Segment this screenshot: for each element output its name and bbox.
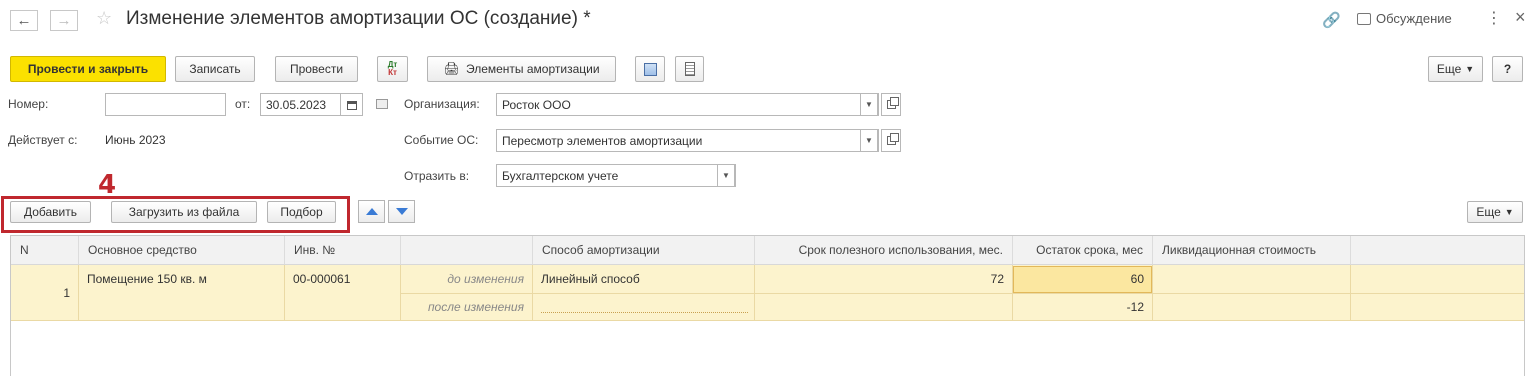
liquidation-after[interactable] bbox=[1153, 293, 1351, 320]
table-row-asset[interactable]: Помещение 150 кв. м bbox=[79, 265, 285, 320]
kt-label: Кт bbox=[388, 68, 397, 77]
date-field[interactable]: 30.05.2023 bbox=[260, 93, 363, 116]
table-more-button[interactable]: Еще ▼ bbox=[1467, 201, 1523, 223]
column-header-term[interactable]: Срок полезного использования, мес. bbox=[755, 236, 1013, 265]
reflect-field[interactable]: Бухгалтерском учете bbox=[496, 164, 736, 187]
state-after-label: после изменения bbox=[401, 293, 533, 320]
assets-table[interactable]: N Основное средство Инв. № Способ аморти… bbox=[10, 235, 1525, 376]
number-field[interactable] bbox=[105, 93, 226, 116]
open-icon bbox=[886, 97, 899, 109]
organization-open-button[interactable] bbox=[881, 93, 901, 116]
print-elements-label: Элементы амортизации bbox=[465, 62, 600, 76]
chevron-down-icon: ▼ bbox=[865, 136, 873, 145]
structure-icon bbox=[643, 62, 657, 76]
column-header-inv[interactable]: Инв. № bbox=[285, 236, 401, 265]
report-button[interactable] bbox=[675, 56, 704, 82]
column-header-empty bbox=[1351, 236, 1524, 265]
pick-button[interactable]: Подбор bbox=[267, 201, 336, 223]
event-dropdown-button[interactable]: ▼ bbox=[860, 129, 878, 152]
reflect-dropdown-button[interactable]: ▼ bbox=[717, 164, 735, 187]
event-open-button[interactable] bbox=[881, 129, 901, 152]
arrow-up-icon bbox=[365, 208, 378, 215]
load-from-file-button[interactable]: Загрузить из файла bbox=[111, 201, 257, 223]
column-header-remaining[interactable]: Остаток срока, мес bbox=[1013, 236, 1153, 265]
link-icon[interactable]: 🔗 bbox=[1322, 11, 1341, 29]
favorite-star-icon[interactable]: ☆ bbox=[96, 8, 112, 29]
date-value: 30.05.2023 bbox=[266, 98, 327, 112]
event-label: Событие ОС: bbox=[404, 133, 479, 147]
discussion-label: Обсуждение bbox=[1376, 11, 1452, 26]
column-header-n[interactable]: N bbox=[11, 236, 79, 265]
event-field[interactable]: Пересмотр элементов амортизации bbox=[496, 129, 879, 152]
add-button[interactable]: Добавить bbox=[10, 201, 91, 223]
chat-icon bbox=[1357, 12, 1371, 25]
caret-down-icon: ▼ bbox=[1504, 207, 1514, 217]
table-row-inv[interactable]: 00-000061 bbox=[285, 265, 401, 320]
remaining-after[interactable]: -12 bbox=[1013, 293, 1153, 320]
state-before-label: до изменения bbox=[401, 265, 533, 293]
open-icon bbox=[886, 133, 899, 145]
print-elements-button[interactable]: 🖨 Элементы амортизации bbox=[427, 56, 616, 82]
column-header-asset[interactable]: Основное средство bbox=[79, 236, 285, 265]
caret-down-icon: ▼ bbox=[1465, 64, 1475, 74]
back-button[interactable]: ← bbox=[10, 10, 38, 31]
organization-dropdown-button[interactable]: ▼ bbox=[860, 93, 878, 116]
structure-button[interactable] bbox=[635, 56, 665, 82]
table-more-label: Еще bbox=[1476, 205, 1501, 219]
dt-kt-icon: Дт Кт bbox=[388, 61, 398, 77]
organization-label: Организация: bbox=[404, 97, 480, 111]
organization-field[interactable]: Росток ООО bbox=[496, 93, 879, 116]
move-down-button[interactable] bbox=[388, 200, 415, 223]
liquidation-before[interactable] bbox=[1153, 265, 1351, 293]
printer-icon: 🖨 bbox=[443, 61, 460, 76]
move-up-button[interactable] bbox=[358, 200, 385, 223]
post-button[interactable]: Провести bbox=[275, 56, 358, 82]
row-separator bbox=[11, 320, 1524, 321]
chevron-down-icon: ▼ bbox=[865, 100, 873, 109]
calendar-button[interactable] bbox=[340, 94, 362, 115]
term-after[interactable] bbox=[755, 293, 1013, 320]
window-title: Изменение элементов амортизации ОС (созд… bbox=[126, 8, 591, 29]
close-icon[interactable]: × bbox=[1515, 7, 1526, 28]
comment-icon[interactable] bbox=[376, 99, 388, 109]
date-label: от: bbox=[235, 97, 251, 111]
document-icon bbox=[684, 62, 695, 76]
effective-label: Действует с: bbox=[8, 133, 78, 147]
number-label: Номер: bbox=[8, 97, 49, 111]
discussion-button[interactable]: Обсуждение bbox=[1357, 11, 1452, 26]
forward-button[interactable]: → bbox=[50, 10, 78, 31]
column-header-state[interactable] bbox=[401, 236, 533, 265]
arrow-down-icon bbox=[395, 208, 408, 215]
method-after[interactable] bbox=[533, 293, 755, 320]
method-before[interactable]: Линейный способ bbox=[533, 265, 755, 293]
term-before[interactable]: 72 bbox=[755, 265, 1013, 293]
calendar-icon bbox=[346, 101, 357, 110]
arrow-left-icon: ← bbox=[16, 12, 32, 29]
column-header-method[interactable]: Способ амортизации bbox=[533, 236, 755, 265]
effective-value: Июнь 2023 bbox=[105, 133, 166, 147]
dt-kt-button[interactable]: Дт Кт bbox=[377, 56, 408, 82]
table-row-number[interactable]: 1 bbox=[11, 265, 79, 320]
chevron-down-icon: ▼ bbox=[722, 171, 730, 180]
remaining-before[interactable]: 60 bbox=[1013, 265, 1153, 293]
more-menu-icon[interactable]: ⋮ bbox=[1486, 8, 1502, 28]
more-label: Еще bbox=[1436, 62, 1462, 76]
more-button[interactable]: Еще ▼ bbox=[1428, 56, 1483, 82]
save-button[interactable]: Записать bbox=[175, 56, 255, 82]
reflect-label: Отразить в: bbox=[404, 169, 470, 183]
column-header-liquidation[interactable]: Ликвидационная стоимость bbox=[1153, 236, 1351, 265]
help-button[interactable]: ? bbox=[1492, 56, 1523, 82]
arrow-right-icon: → bbox=[56, 12, 72, 29]
post-and-close-button[interactable]: Провести и закрыть bbox=[10, 56, 166, 82]
